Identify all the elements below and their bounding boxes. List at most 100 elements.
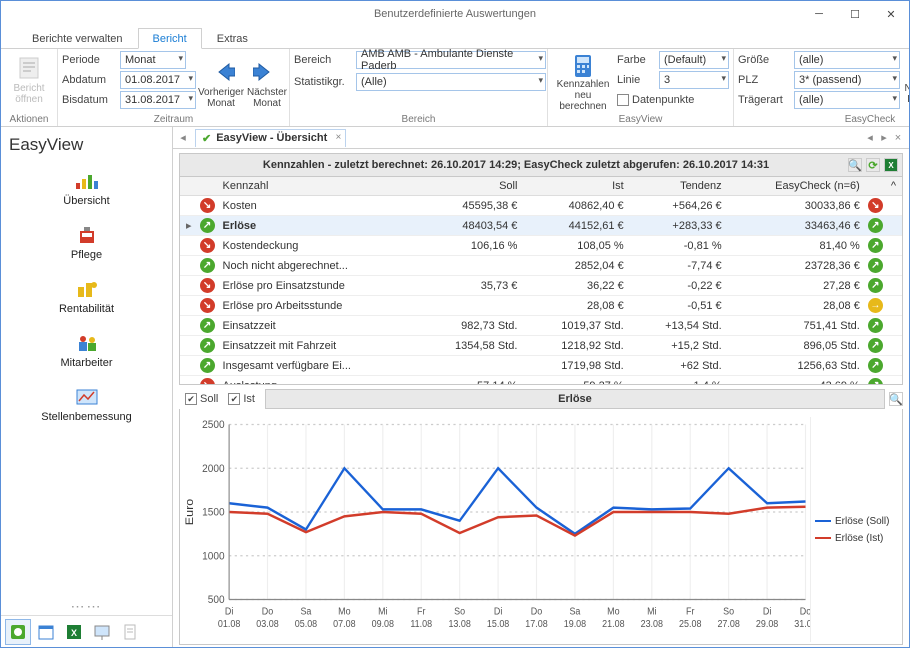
sidebar-more-icon[interactable]: ⋯⋯ <box>1 598 172 615</box>
table-row[interactable]: ▸↗Erlöse48403,54 €44152,61 €+283,33 €334… <box>180 216 902 236</box>
view-easyview-icon[interactable] <box>5 619 31 645</box>
sidebar-item-mitarbeiter[interactable]: Mitarbeiter <box>1 325 172 379</box>
trend-down-icon: ↘ <box>200 238 215 253</box>
nav-icon <box>1 223 172 247</box>
arrow-right-icon <box>252 57 282 87</box>
svg-text:Mi: Mi <box>378 606 387 618</box>
svg-text:Di: Di <box>763 606 771 618</box>
refresh-icon[interactable]: ⟳ <box>866 158 880 172</box>
svg-text:01.08: 01.08 <box>218 619 240 631</box>
nav-icon <box>1 385 172 409</box>
sidebar-item-übersicht[interactable]: Übersicht <box>1 163 172 217</box>
svg-text:So: So <box>723 606 734 618</box>
arrow-left-icon <box>206 57 236 87</box>
maximize-button[interactable]: ☐ <box>837 1 873 27</box>
table-row[interactable]: ↘Erlöse pro Einsatzstunde35,73 €36,22 €-… <box>180 276 902 296</box>
svg-text:09.08: 09.08 <box>372 619 394 631</box>
sidebar: EasyView ÜbersichtPflegeRentabilitätMita… <box>1 127 173 647</box>
collapse-panel-icon[interactable]: ◂ <box>177 131 189 144</box>
table-row[interactable]: ↘Auslastung57,14 %59,27 %-1,4 %43,69 %↗ <box>180 376 902 386</box>
svg-text:25.08: 25.08 <box>679 619 701 631</box>
carrier-combo[interactable]: (alle) <box>794 91 900 109</box>
prev-doc-icon[interactable]: ◂ <box>863 131 877 144</box>
view-document-icon[interactable] <box>117 619 143 645</box>
statgroup-combo[interactable]: (Alle) <box>356 73 546 91</box>
to-date-input[interactable]: 31.08.2017 <box>120 91 196 109</box>
open-report-button: Bericht öffnen <box>5 51 53 109</box>
svg-text:So: So <box>454 606 465 618</box>
doc-close-icon[interactable]: × <box>891 132 905 144</box>
svg-text:21.08: 21.08 <box>602 619 624 631</box>
table-row[interactable]: ↘Erlöse pro Arbeitsstunde28,08 €-0,51 €2… <box>180 296 902 316</box>
plz-combo[interactable]: 3* (passend) <box>794 71 900 89</box>
color-combo[interactable]: (Default) <box>659 51 729 69</box>
close-tab-icon[interactable]: × <box>335 132 341 143</box>
table-row[interactable]: ↗Insgesamt verfügbare Ei...1719,98 Std.+… <box>180 356 902 376</box>
soll-checkbox[interactable]: ✔Soll <box>185 393 218 405</box>
export-excel-icon[interactable]: X <box>884 158 898 172</box>
svg-text:Do: Do <box>262 606 273 618</box>
trend-up-icon: ↗ <box>868 278 883 293</box>
trend-down-icon: ↘ <box>200 298 215 313</box>
table-row[interactable]: ↗Einsatzzeit mit Fahrzeit1354,58 Std.121… <box>180 336 902 356</box>
view-presentation-icon[interactable] <box>89 619 115 645</box>
ribbon-group-easycheck-label: EasyCheck <box>738 113 910 126</box>
next-month-button[interactable]: Nächster Monat <box>245 55 289 113</box>
area-combo[interactable]: AMB AMB - Ambulante Dienste Paderb <box>356 51 546 69</box>
calculator-icon <box>568 53 598 79</box>
prev-month-button[interactable]: Vorheriger Monat <box>199 55 243 113</box>
tab-manage-reports[interactable]: Berichte verwalten <box>17 28 138 48</box>
trend-mid-icon: → <box>868 298 883 313</box>
svg-text:Mo: Mo <box>338 606 350 618</box>
svg-text:31.08: 31.08 <box>794 619 810 631</box>
svg-text:19.08: 19.08 <box>564 619 586 631</box>
trend-up-icon: ↗ <box>868 318 883 333</box>
from-date-input[interactable]: 01.08.2017 <box>120 71 196 89</box>
trend-up-icon: ↗ <box>200 338 215 353</box>
minimize-button[interactable]: ─ <box>801 1 837 27</box>
svg-text:Euro: Euro <box>183 498 196 525</box>
tab-extras[interactable]: Extras <box>202 28 263 48</box>
sidebar-item-rentabilität[interactable]: Rentabilität <box>1 271 172 325</box>
trend-up-icon: ↗ <box>200 218 215 233</box>
table-row[interactable]: ↘Kosten45595,38 €40862,40 €+564,26 €3003… <box>180 196 902 216</box>
svg-text:03.08: 03.08 <box>256 619 278 631</box>
trend-down-icon: ↘ <box>200 198 215 213</box>
tab-report[interactable]: Bericht <box>138 28 202 49</box>
svg-text:2000: 2000 <box>202 463 224 476</box>
chart-zoom-icon[interactable]: 🔍 <box>889 392 903 406</box>
close-button[interactable]: ✕ <box>873 1 909 27</box>
table-row[interactable]: ↗Noch nicht abgerechnet...2852,04 €-7,74… <box>180 256 902 276</box>
sidebar-item-stellenbemessung[interactable]: Stellenbemessung <box>1 379 172 433</box>
search-icon[interactable]: 🔍 <box>848 158 862 172</box>
trend-up-icon: ↗ <box>868 238 883 253</box>
titlebar: Benutzerdefinierte Auswertungen ─ ☐ ✕ <box>1 1 909 27</box>
svg-text:Fr: Fr <box>417 606 425 618</box>
size-combo[interactable]: (alle) <box>794 51 900 69</box>
line-combo[interactable]: 3 <box>659 71 729 89</box>
check-icon: ✔ <box>202 132 211 145</box>
period-combo[interactable]: Monat <box>120 51 186 69</box>
ist-checkbox[interactable]: ✔Ist <box>228 393 255 405</box>
svg-text:Do: Do <box>531 606 542 618</box>
local-areas-button[interactable]: Nur lokale Bereiche <box>903 51 910 109</box>
svg-text:15.08: 15.08 <box>487 619 509 631</box>
view-calendar-icon[interactable] <box>33 619 59 645</box>
sidebar-item-pflege[interactable]: Pflege <box>1 217 172 271</box>
view-excel-icon[interactable]: X <box>61 619 87 645</box>
sidebar-toolbar: X <box>1 615 172 647</box>
table-row[interactable]: ↗Einsatzzeit982,73 Std.1019,37 Std.+13,5… <box>180 316 902 336</box>
svg-text:23.08: 23.08 <box>641 619 663 631</box>
datapoints-checkbox[interactable]: Datenpunkte <box>617 94 694 106</box>
table-row[interactable]: ↘Kostendeckung106,16 %108,05 %-0,81 %81,… <box>180 236 902 256</box>
trend-down-icon: ↘ <box>200 378 215 385</box>
ribbon-group-easyview-label: EasyView <box>552 113 729 126</box>
kpi-grid[interactable]: Kennzahl Soll Ist Tendenz EasyCheck (n=6… <box>180 177 902 385</box>
trend-up-icon: ↗ <box>200 258 215 273</box>
recalc-button[interactable]: Kennzahlen neu berechnen <box>552 51 614 109</box>
svg-text:17.08: 17.08 <box>525 619 547 631</box>
next-doc-icon[interactable]: ▸ <box>877 131 891 144</box>
document-tab-easyview[interactable]: ✔ EasyView - Übersicht × <box>195 129 346 147</box>
svg-text:Mi: Mi <box>647 606 656 618</box>
trend-up-icon: ↗ <box>200 318 215 333</box>
